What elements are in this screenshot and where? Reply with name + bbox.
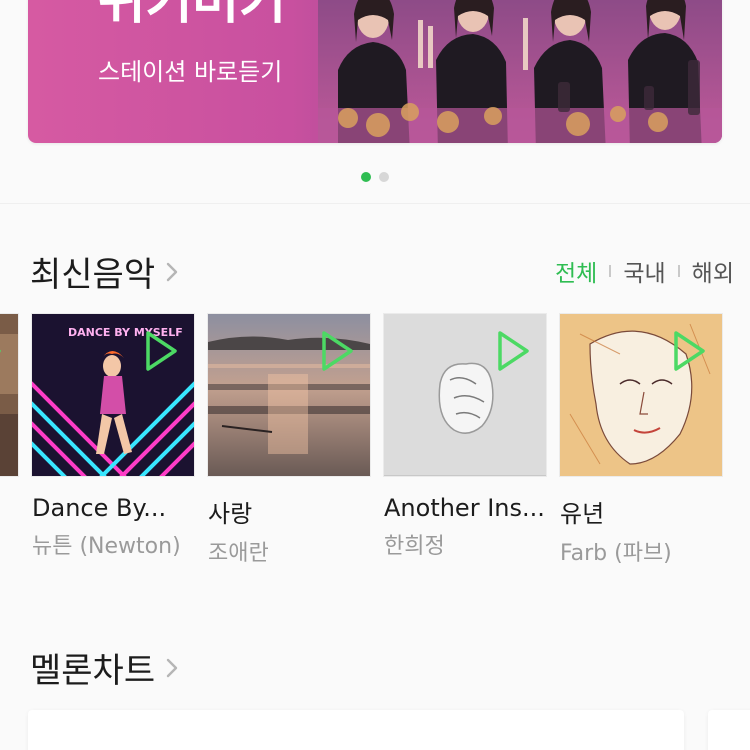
chart-card-next[interactable] [708, 710, 750, 750]
album-item-3[interactable]: Another Ins... 한희정 [384, 314, 546, 560]
album-item-4[interactable]: 유년 Farb (파브) [560, 314, 722, 567]
album-item-partial[interactable] [0, 314, 18, 476]
album-artist[interactable]: 조애란 [208, 535, 376, 567]
play-outline-icon[interactable] [142, 328, 180, 374]
pagination-dot-2[interactable] [379, 172, 389, 182]
main-page: 위키미키 스테이션 바로듣기 최신음악 전체 국내 해외 DANCE BY MY… [0, 0, 750, 750]
new-album-list: DANCE BY MYSELF Dance By... 뉴튼 (Newton) [0, 314, 750, 567]
album-artist[interactable]: 한희정 [384, 528, 552, 560]
chevron-right-icon [166, 658, 178, 677]
album-artist[interactable]: 뉴튼 (Newton) [32, 528, 200, 560]
banner-pagination [361, 172, 389, 182]
album-item-1[interactable]: DANCE BY MYSELF Dance By... 뉴튼 (Newton) [32, 314, 194, 560]
section-divider [0, 203, 750, 204]
album-cover[interactable]: DANCE BY MYSELF [32, 314, 194, 476]
album-title[interactable]: 사랑 [208, 494, 376, 529]
promo-banner[interactable]: 위키미키 스테이션 바로듣기 [28, 0, 722, 143]
play-outline-icon[interactable] [670, 328, 708, 374]
new-music-title: 최신음악 [30, 255, 156, 295]
new-music-header[interactable]: 최신음악 [30, 247, 179, 296]
play-outline-icon[interactable] [0, 328, 4, 374]
album-title[interactable]: 유년 [560, 494, 728, 529]
filter-all[interactable]: 전체 [555, 254, 597, 288]
filter-overseas[interactable]: 해외 [692, 254, 734, 288]
chevron-right-icon [166, 262, 178, 281]
melon-chart-title: 멜론차트 [30, 651, 156, 691]
filter-domestic[interactable]: 국내 [623, 254, 665, 288]
play-outline-icon[interactable] [494, 328, 532, 374]
banner-photo [318, 0, 722, 143]
album-title[interactable]: Dance By... [32, 494, 200, 522]
album-title[interactable]: Another Ins... [384, 494, 552, 522]
album-item-2[interactable]: 사랑 조애란 [208, 314, 370, 567]
region-filter: 전체 국내 해외 [555, 254, 734, 288]
play-outline-icon[interactable] [318, 328, 356, 374]
melon-chart-header[interactable]: 멜론차트 [30, 643, 179, 692]
banner-title: 위키미키 [98, 0, 286, 31]
filter-separator [609, 265, 612, 277]
banner-subtitle: 스테이션 바로듣기 [98, 58, 283, 86]
album-artist[interactable]: Farb (파브) [560, 535, 728, 567]
album-cover[interactable] [208, 314, 370, 476]
album-cover[interactable] [384, 314, 546, 476]
pagination-dot-1[interactable] [361, 172, 371, 182]
chart-card[interactable] [28, 710, 684, 750]
album-cover[interactable] [560, 314, 722, 476]
filter-separator [677, 265, 680, 277]
album-cover[interactable] [0, 314, 18, 476]
